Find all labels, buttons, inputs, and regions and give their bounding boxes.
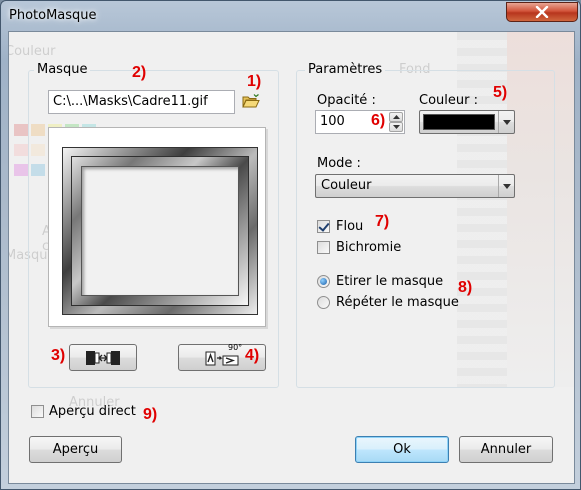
swap-icon <box>86 350 120 365</box>
etirer-radio[interactable] <box>317 275 330 288</box>
apercu-button[interactable]: Aperçu <box>29 436 122 463</box>
callout-7: 7) <box>375 213 390 230</box>
ghost-swatch <box>14 144 28 156</box>
mode-label: Mode : <box>317 156 361 171</box>
mode-dropdown-arrow[interactable] <box>498 175 514 197</box>
rotate-badge: 90° <box>228 343 243 352</box>
etirer-label: Etirer le masque <box>336 274 444 289</box>
ghost-swatch <box>14 164 28 176</box>
apercu-direct-checkbox[interactable] <box>31 405 44 418</box>
mode-select[interactable]: Couleur <box>315 174 515 198</box>
opacite-spinner[interactable]: 100 6) <box>315 110 405 134</box>
frame-image-molding <box>71 156 249 306</box>
close-button[interactable] <box>506 2 578 22</box>
dialog-body: Couleur : Fond Autre couleur Masque Annu… <box>8 31 575 484</box>
annuler-button[interactable]: Annuler <box>459 436 553 463</box>
repeter-radio[interactable] <box>317 296 330 309</box>
callout-5: 5) <box>493 84 508 101</box>
parametres-group-label: Paramètres <box>305 62 386 77</box>
bichromie-label: Bichromie <box>336 240 402 255</box>
frame-image-outer <box>62 147 258 315</box>
mask-path-field[interactable]: C:\...\Masks\Cadre11.gif <box>48 90 235 114</box>
bichromie-checkbox[interactable] <box>317 241 330 254</box>
frame-image-inner <box>81 166 239 296</box>
chevron-down-icon <box>502 183 511 189</box>
arrow-up-icon <box>392 115 400 119</box>
chevron-down-icon <box>502 119 511 125</box>
callout-9: 9) <box>143 406 158 423</box>
ghost-swatch <box>14 124 28 136</box>
window-title: PhotoMasque <box>9 8 97 23</box>
couleur-swatch <box>423 114 495 130</box>
spin-buttons <box>389 112 403 132</box>
flou-label: Flou <box>336 219 364 234</box>
couleur-label: Couleur : <box>419 93 478 108</box>
flou-checkbox[interactable] <box>317 220 330 233</box>
open-mask-button[interactable] <box>242 94 260 113</box>
title-bar[interactable]: PhotoMasque <box>1 1 581 31</box>
close-icon <box>535 6 549 18</box>
swap-button[interactable] <box>69 344 137 371</box>
arrow-down-icon <box>392 125 400 129</box>
opacite-label: Opacité : <box>317 93 376 108</box>
spin-up-button[interactable] <box>389 112 403 122</box>
callout-2: 2) <box>132 64 147 81</box>
callout-1: 1) <box>247 73 262 90</box>
couleur-picker[interactable] <box>419 110 515 134</box>
repeter-label: Répéter le masque <box>336 295 459 310</box>
spin-down-button[interactable] <box>389 122 403 132</box>
photomasque-dialog: PhotoMasque Couleur : Fond Autre couleur… <box>0 0 581 490</box>
ok-button[interactable]: Ok <box>355 436 449 463</box>
mode-value: Couleur <box>321 178 372 193</box>
callout-6: 6) <box>371 112 386 129</box>
couleur-dropdown-arrow[interactable] <box>498 111 514 133</box>
callout-8: 8) <box>458 279 473 296</box>
callout-4: 4) <box>245 347 260 364</box>
apercu-direct-label: Aperçu direct <box>49 404 136 419</box>
callout-3: 3) <box>51 347 66 364</box>
masque-group-label: Masque <box>34 62 91 77</box>
mask-preview <box>48 127 266 327</box>
folder-open-icon <box>242 94 260 108</box>
opacite-value: 100 <box>320 114 345 129</box>
